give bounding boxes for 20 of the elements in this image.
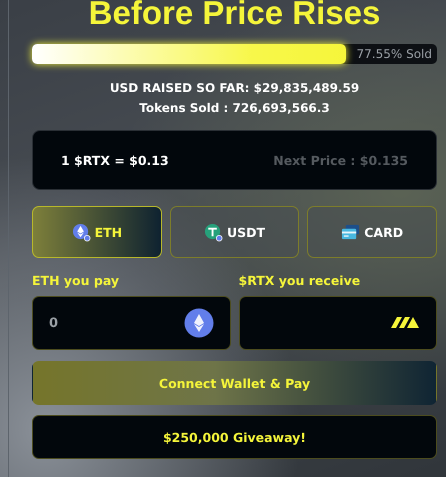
giveaway-button[interactable]: $250,000 Giveaway! <box>32 415 437 459</box>
receive-amount-field[interactable] <box>238 296 437 350</box>
progress-label: 77.55% Sold <box>356 47 433 61</box>
receive-label: $RTX you receive <box>238 272 362 290</box>
next-price: Next Price : $0.135 <box>273 152 408 168</box>
usd-raised-text: USD RAISED SO FAR: $29,835,489.59 <box>108 80 360 97</box>
pay-amount-field[interactable]: 0 <box>32 296 230 350</box>
connect-wallet-button[interactable]: Connect Wallet & Pay <box>32 361 437 405</box>
token-logo-icon <box>390 315 420 331</box>
tether-icon <box>204 222 223 242</box>
ethereum-icon <box>184 308 214 338</box>
currency-tab[interactable]: USDT <box>170 206 300 258</box>
currency-tab[interactable]: ETH <box>32 206 162 258</box>
current-price: 1 $RTX = $0.13 <box>61 152 169 168</box>
currency-tab[interactable]: CARD <box>307 206 437 258</box>
tokens-sold-text: Tokens Sold : 726,693,566.3 <box>138 100 331 117</box>
card-icon <box>341 222 360 242</box>
ethereum-icon <box>72 222 91 242</box>
headline: Before Price Rises <box>88 0 382 33</box>
pay-label: ETH you pay <box>32 272 120 290</box>
